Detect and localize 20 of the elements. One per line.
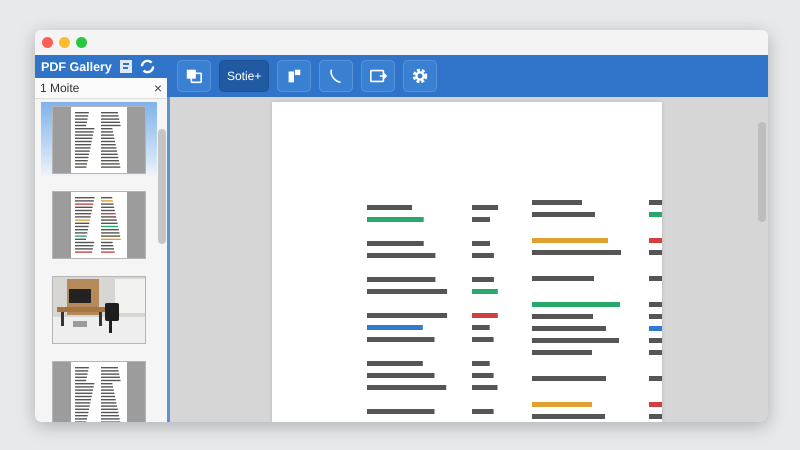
page-thumbnail-drawing [71,107,127,173]
scrollbar-thumb[interactable] [158,129,166,244]
export-button[interactable] [361,60,396,92]
page-icon[interactable] [120,60,132,73]
close-button[interactable]: × [154,81,162,95]
window-title: PDF Gallery [41,60,112,74]
sync-icon[interactable] [140,59,155,74]
toolbar-button[interactable]: Sotie+ [219,60,270,92]
panel-title: 1 Moite [40,81,80,95]
settings-button[interactable] [403,60,438,92]
phone-button[interactable] [319,60,354,92]
door-button[interactable] [277,60,312,92]
settings-icon [411,67,430,85]
close-window-button[interactable] [42,37,53,48]
export-icon [369,67,388,85]
page-thumbnail-drawing [71,192,127,258]
copy-icon [185,67,203,85]
scrollbar-thumb[interactable] [758,122,766,222]
copy-button[interactable] [177,60,211,92]
page-thumbnail[interactable] [41,102,157,178]
